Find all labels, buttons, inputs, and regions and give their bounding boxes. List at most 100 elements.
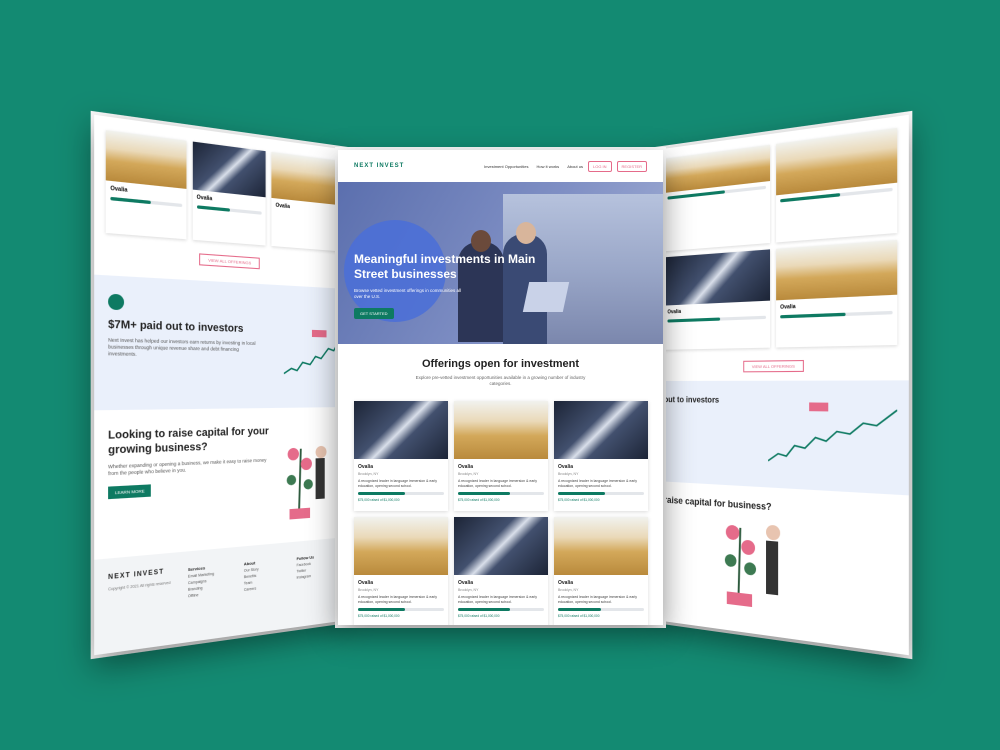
building-icon	[192, 141, 266, 198]
card-location: Brooklyn, NY	[458, 588, 479, 592]
hero-subtitle: Browse vetted investment offerings in co…	[354, 288, 461, 299]
raise-capital-section: Looking to raise capital for your growin…	[94, 407, 348, 560]
left-offer-card[interactable]: Ovalia	[192, 141, 266, 246]
card-name: Ovalia	[358, 580, 374, 586]
card-name: Ovalia	[458, 580, 474, 586]
raise-capital-section: raise capital for business?	[655, 481, 909, 645]
card-location: Brooklyn, NY	[458, 472, 479, 476]
chart-sparkline-icon	[284, 329, 339, 379]
top-nav: NEXT INVEST Investment Opportunities How…	[338, 150, 663, 182]
hero-title: Meaningful investments in Main Street bu…	[354, 252, 536, 281]
register-button[interactable]: REGISTER	[616, 160, 647, 172]
plant-illustration-icon	[724, 505, 781, 608]
hero-section: Meaningful investments in Main Street bu…	[338, 182, 663, 344]
right-offer-card[interactable]: Ovalia	[776, 239, 898, 348]
wheat-icon	[663, 144, 771, 193]
progress-bar	[667, 315, 767, 323]
progress-bar	[358, 608, 444, 611]
card-raised: $75,000 raised of $1,000,000	[358, 614, 400, 618]
get-started-button[interactable]: GET STARTED	[354, 308, 394, 319]
right-offer-card[interactable]	[663, 144, 771, 252]
progress-bar	[780, 310, 893, 319]
stats-section: out to investors	[655, 380, 909, 496]
wheat-icon	[105, 130, 187, 189]
offering-card[interactable]: Ovalia Brooklyn, NY A recognized leader …	[554, 517, 648, 625]
wheat-icon	[776, 127, 898, 196]
view-all-button[interactable]: VIEW ALL OFFERINGS	[743, 359, 804, 373]
offering-card[interactable]: Ovalia Brooklyn, NY A recognized leader …	[354, 401, 448, 511]
card-location: Brooklyn, NY	[358, 588, 379, 592]
building-icon	[354, 401, 448, 459]
card-description: A recognized leader in language immersio…	[558, 595, 637, 604]
card-name: Ovalia	[780, 303, 796, 311]
plant-illustration-icon	[286, 427, 327, 522]
progress-bar	[358, 492, 444, 495]
check-icon	[108, 293, 125, 311]
card-location: Brooklyn, NY	[558, 472, 579, 476]
raise-title: Looking to raise capital for your growin…	[108, 425, 269, 457]
card-description: A recognized leader in language immersio…	[558, 479, 637, 488]
stats-text: Next Invest has helped our investors ear…	[108, 337, 256, 357]
nav-link-opportunities[interactable]: Investment Opportunities	[484, 164, 528, 169]
right-offer-cards: Ovalia Ovalia	[655, 115, 909, 350]
card-raised: $75,000 raised of $1,000,000	[458, 498, 500, 502]
progress-bar	[558, 608, 644, 611]
offering-card[interactable]: Ovalia Brooklyn, NY A recognized leader …	[454, 517, 548, 625]
wheat-icon	[354, 517, 448, 575]
building-icon	[663, 249, 771, 306]
wheat-icon	[271, 151, 340, 206]
laptop-icon	[522, 282, 570, 312]
left-offer-cards: Ovalia Ovalia Ovalia	[94, 115, 348, 252]
wheat-icon	[454, 401, 548, 459]
card-description: A recognized leader in language immersio…	[358, 595, 437, 604]
card-description: A recognized leader in language immersio…	[458, 595, 537, 604]
left-offer-card[interactable]: Ovalia	[271, 151, 340, 251]
footer-logo: NEXT INVEST Copyright © 2021 All rights …	[108, 568, 177, 646]
left-offer-card[interactable]: Ovalia	[105, 130, 187, 239]
card-name: Ovalia	[358, 464, 374, 470]
card-description: A recognized leader in language immersio…	[358, 479, 437, 488]
right-offer-card[interactable]: Ovalia	[663, 249, 771, 349]
card-name: Ovalia	[275, 202, 290, 211]
copyright-text: Copyright © 2021 All rights reserved	[108, 580, 171, 592]
wheat-icon	[554, 517, 648, 575]
card-name: Ovalia	[558, 580, 574, 586]
card-location: Brooklyn, NY	[358, 472, 379, 476]
footer-column: Services Email Marketing Campaigns Brand…	[187, 565, 215, 599]
stats-section: $7M+ paid out to investors Next Invest h…	[94, 274, 349, 411]
offering-card[interactable]: Ovalia Brooklyn, NY A recognized leader …	[454, 401, 548, 511]
main-page-preview: NEXT INVEST Investment Opportunities How…	[338, 150, 663, 625]
card-name: Ovalia	[558, 464, 574, 470]
nav-link-how-it-works[interactable]: How it works	[537, 164, 560, 169]
view-all-button[interactable]: VIEW ALL OFFERINGS	[199, 253, 260, 270]
progress-bar	[196, 205, 263, 215]
building-icon	[554, 401, 648, 459]
card-name: Ovalia	[667, 308, 682, 316]
offering-card[interactable]: Ovalia Brooklyn, NY A recognized leader …	[554, 401, 648, 511]
card-raised: $75,000 raised of $1,000,000	[558, 614, 600, 618]
chart-sparkline-icon	[768, 402, 897, 472]
card-location: Brooklyn, NY	[558, 588, 579, 592]
login-button[interactable]: LOG IN	[587, 160, 612, 172]
card-raised: $75,000 raised of $1,000,000	[558, 498, 600, 502]
right-offer-card[interactable]	[776, 127, 898, 243]
nav-link-about[interactable]: About us	[567, 164, 583, 169]
site-logo[interactable]: NEXT INVEST	[354, 163, 476, 169]
right-page-preview: Ovalia Ovalia VIEW ALL OFFERINGS out to …	[655, 114, 909, 656]
progress-bar	[458, 492, 544, 495]
progress-bar	[458, 608, 544, 611]
building-icon	[454, 517, 548, 575]
offerings-grid: Ovalia Brooklyn, NY A recognized leader …	[338, 387, 663, 625]
footer-column: About Our Story Benefits Team Careers	[243, 560, 259, 592]
card-raised: $75,000 raised of $1,000,000	[458, 614, 500, 618]
person-icon	[516, 222, 536, 244]
offering-card[interactable]: Ovalia Brooklyn, NY A recognized leader …	[354, 517, 448, 625]
progress-bar	[558, 492, 644, 495]
card-raised: $75,000 raised of $1,000,000	[358, 498, 400, 502]
left-page-preview: Ovalia Ovalia Ovalia VIEW ALL OFFERINGS …	[94, 114, 349, 656]
wheat-icon	[776, 239, 898, 301]
person-icon	[471, 230, 491, 252]
card-description: A recognized leader in language immersio…	[458, 479, 537, 488]
footer-column: Follow Us Facebook Twitter Instagram	[296, 554, 315, 580]
learn-more-button[interactable]: LEARN MORE	[108, 484, 152, 500]
